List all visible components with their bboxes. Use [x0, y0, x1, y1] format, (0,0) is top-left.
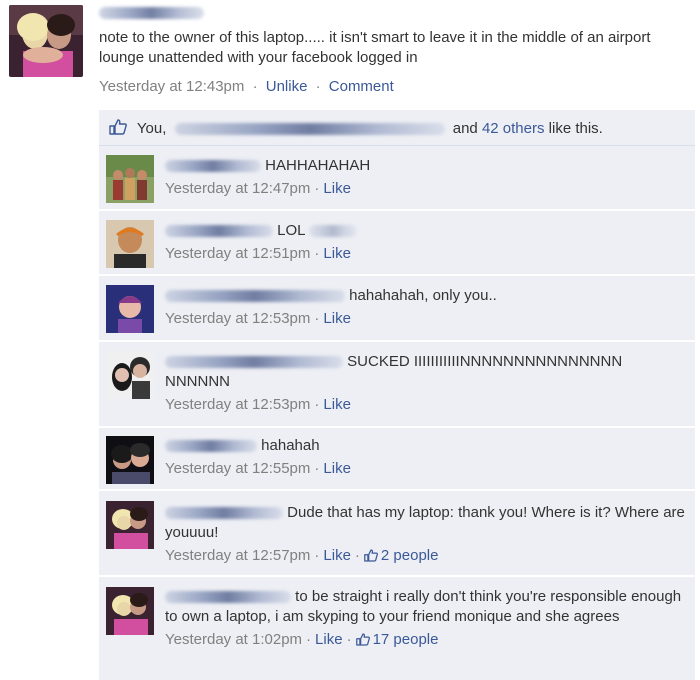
comment-like-link[interactable]: Like — [323, 396, 351, 413]
comment-timestamp[interactable]: Yesterday at 12:53pm — [165, 310, 310, 327]
poster-avatar[interactable] — [9, 5, 83, 77]
commenter-name-blurred[interactable] — [165, 225, 273, 238]
comment-text: HAHHAHAHAH — [265, 157, 371, 174]
post-meta: Yesterday at 12:43pm · Unlike · Comment — [99, 78, 394, 95]
comment-item: hahahahah, only you.. Yesterday at 12:53… — [99, 276, 695, 342]
likes-bar: You, and 42 others like this. — [99, 110, 695, 146]
comment-like-link[interactable]: Like — [323, 245, 351, 262]
commenter-avatar[interactable] — [106, 351, 154, 399]
post-timestamp[interactable]: Yesterday at 12:43pm — [99, 78, 244, 95]
unlike-link[interactable]: Unlike — [266, 78, 308, 95]
blurred-text — [309, 225, 358, 238]
commenter-avatar[interactable] — [106, 285, 154, 333]
comment-likes-count[interactable]: 2 people — [381, 547, 439, 564]
comment-link[interactable]: Comment — [329, 78, 394, 95]
comment-like-link[interactable]: Like — [323, 180, 351, 197]
comment-timestamp[interactable]: Yesterday at 12:51pm — [165, 245, 310, 262]
commenter-avatar[interactable] — [106, 436, 154, 484]
comment-timestamp[interactable]: Yesterday at 1:02pm — [165, 631, 302, 648]
comment-like-link[interactable]: Like — [323, 310, 351, 327]
likes-and: and — [452, 120, 478, 137]
commenter-name-blurred[interactable] — [165, 440, 257, 453]
commenter-name-blurred[interactable] — [165, 507, 283, 520]
thumbs-up-icon — [109, 119, 127, 139]
commenter-name-blurred[interactable] — [165, 356, 343, 369]
comment-item: LOL Yesterday at 12:51pm · Like — [99, 211, 695, 276]
commenter-name-blurred[interactable] — [165, 160, 261, 173]
thumbs-up-icon — [355, 632, 370, 652]
thumbs-up-icon — [364, 548, 378, 568]
comment-item: Dude that has my laptop: thank you! Wher… — [99, 491, 695, 577]
commenter-name-blurred[interactable] — [165, 290, 345, 303]
comment-text: hahahah — [261, 437, 320, 454]
comment-timestamp[interactable]: Yesterday at 12:55pm — [165, 460, 310, 477]
commenter-avatar[interactable] — [106, 155, 154, 203]
commenter-avatar[interactable] — [106, 220, 154, 268]
likes-others-link[interactable]: 42 others — [482, 120, 545, 137]
comment-timestamp[interactable]: Yesterday at 12:53pm — [165, 396, 310, 413]
comment-item: HAHHAHAHAH Yesterday at 12:47pm · Like — [99, 146, 695, 211]
commenter-avatar[interactable] — [106, 501, 154, 549]
status-post: note to the owner of this laptop..... it… — [0, 0, 700, 110]
comment-like-link[interactable]: Like — [323, 460, 351, 477]
comment-text: hahahahah, only you.. — [349, 287, 497, 304]
comment-item: hahahah Yesterday at 12:55pm · Like — [99, 428, 695, 491]
comment-like-link[interactable]: Like — [323, 547, 351, 564]
likes-names-blurred[interactable] — [174, 123, 445, 136]
comment-text: LOL — [277, 222, 305, 239]
comment-timestamp[interactable]: Yesterday at 12:57pm — [165, 547, 310, 564]
likes-suffix: like this. — [548, 120, 603, 137]
comment-likes-count[interactable]: 17 people — [373, 631, 439, 648]
commenter-name-blurred[interactable] — [165, 591, 291, 604]
comment-timestamp[interactable]: Yesterday at 12:47pm — [165, 180, 310, 197]
likes-you: You, — [136, 120, 167, 137]
comment-item: to be straight i really don't think you'… — [99, 577, 695, 680]
comment-like-link[interactable]: Like — [315, 631, 343, 648]
poster-name-blurred[interactable] — [99, 4, 229, 20]
post-text: note to the owner of this laptop..... it… — [99, 29, 651, 66]
comment-item: SUCKED IIIIIIIIIIINNNNNNNNNNNNNNN NNNNNN… — [99, 342, 695, 428]
commenter-avatar[interactable] — [106, 587, 154, 635]
